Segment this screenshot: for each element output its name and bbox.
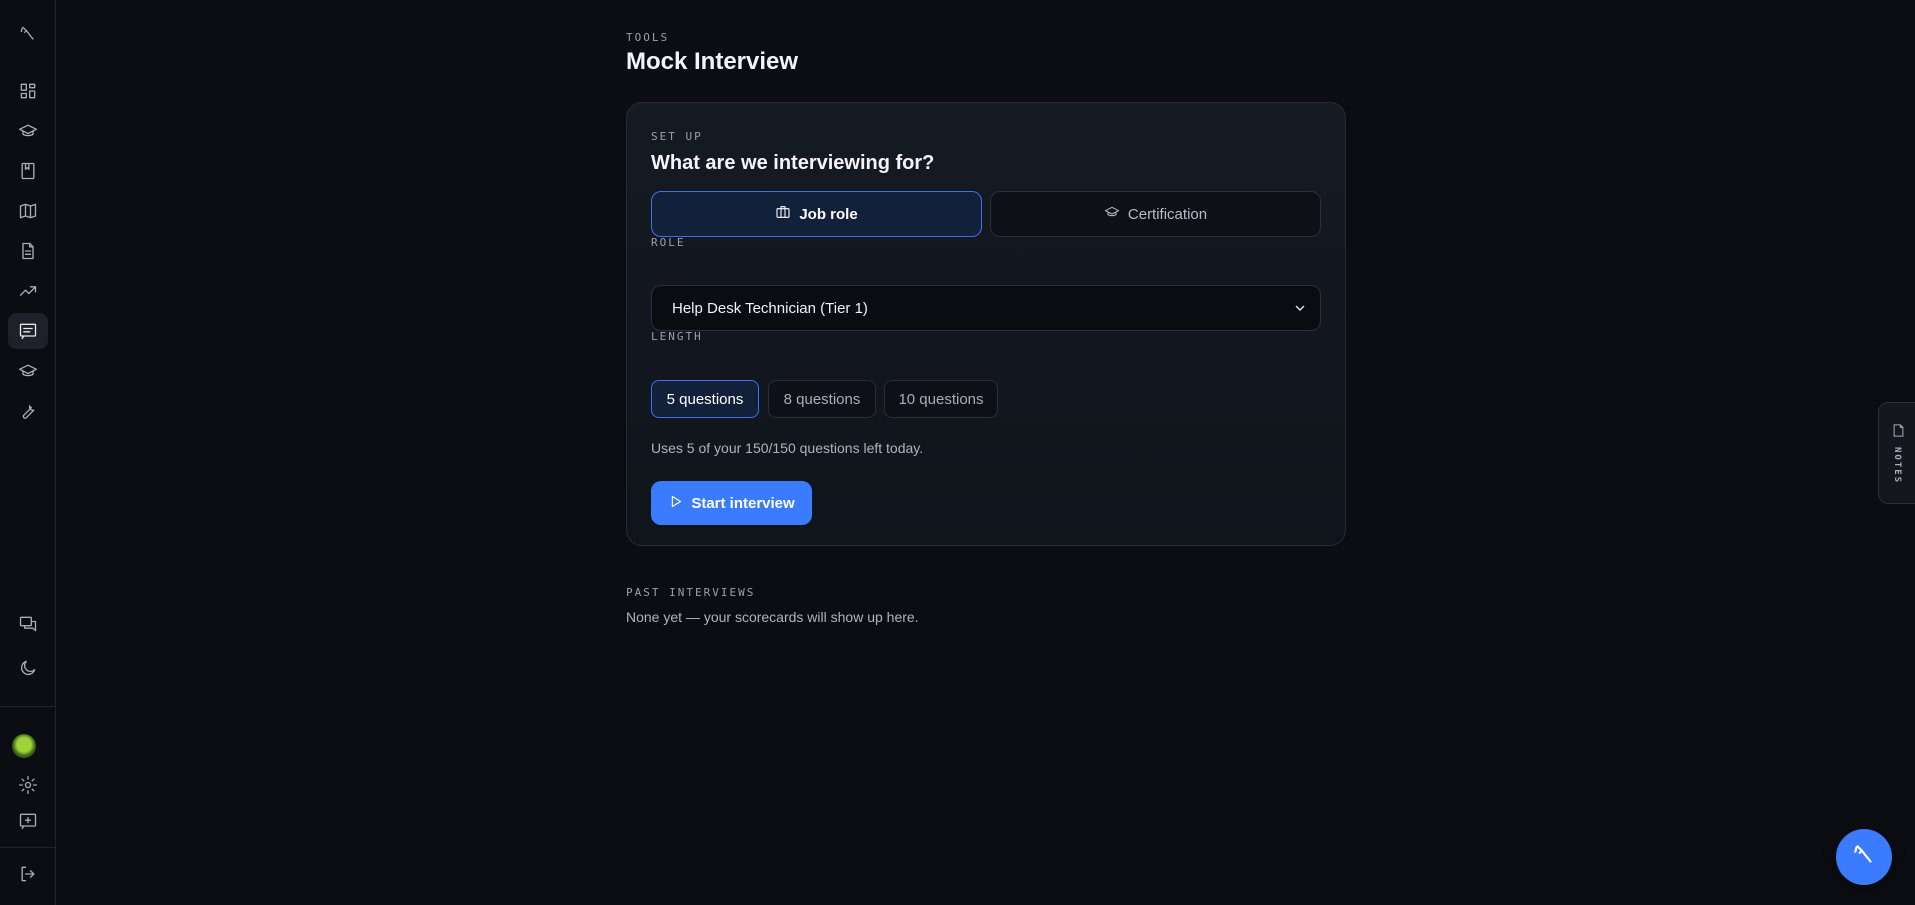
start-interview-button[interactable]: Start interview	[651, 481, 812, 525]
assistant-button[interactable]	[1836, 829, 1892, 885]
length-label: LENGTH	[651, 330, 703, 343]
page-title: Mock Interview	[626, 48, 799, 75]
app-logo-icon[interactable]	[8, 16, 48, 52]
start-interview-label: Start interview	[691, 494, 795, 512]
moon-icon[interactable]	[8, 650, 48, 686]
briefcase-icon	[775, 204, 791, 224]
past-interviews-empty: None yet — your scorecards will show up …	[626, 609, 919, 625]
trending-up-icon[interactable]	[8, 273, 48, 309]
role-label: ROLE	[651, 236, 686, 249]
messages-icon[interactable]	[8, 606, 48, 642]
document-icon[interactable]	[8, 233, 48, 269]
job-role-label: Job role	[799, 205, 858, 223]
avatar[interactable]	[12, 734, 36, 758]
map-icon[interactable]	[8, 193, 48, 229]
notes-tab[interactable]: NOTES	[1878, 402, 1915, 504]
book-icon[interactable]	[8, 153, 48, 189]
usage-text: Uses 5 of your 150/150 questions left to…	[651, 440, 924, 456]
length-5-button[interactable]: 5 questions	[651, 380, 759, 418]
logout-icon[interactable]	[8, 856, 48, 892]
certification-label: Certification	[1127, 205, 1208, 223]
setup-eyebrow: SET UP	[651, 130, 703, 143]
app-logo-icon	[1851, 842, 1877, 873]
play-icon	[668, 494, 683, 513]
dashboard-icon[interactable]	[8, 73, 48, 109]
sidebar	[0, 0, 56, 905]
length-10-button[interactable]: 10 questions	[884, 380, 998, 418]
wrench-icon[interactable]	[8, 393, 48, 429]
feedback-icon[interactable]	[8, 803, 48, 839]
setup-title: What are we interviewing for?	[651, 152, 935, 174]
page-eyebrow: TOOLS	[626, 31, 670, 44]
chat-list-icon[interactable]	[8, 313, 48, 349]
setup-card: SET UP What are we interviewing for? Job…	[626, 102, 1346, 546]
past-interviews-heading: PAST INTERVIEWS	[626, 586, 756, 599]
role-select-value: Help Desk Technician (Tier 1)	[672, 299, 868, 317]
certification-button[interactable]: Certification	[990, 191, 1321, 237]
job-role-button[interactable]: Job role	[651, 191, 982, 237]
note-icon	[1891, 423, 1906, 438]
gear-icon[interactable]	[8, 767, 48, 803]
notes-tab-label: NOTES	[1892, 447, 1902, 485]
graduation-cap-icon	[1104, 204, 1120, 224]
sidebar-divider	[0, 706, 55, 707]
chevron-down-icon	[1292, 300, 1308, 316]
sidebar-divider	[0, 847, 55, 848]
role-select[interactable]: Help Desk Technician (Tier 1)	[651, 285, 1321, 331]
graduation-cap-icon[interactable]	[8, 353, 48, 389]
graduation-cap-icon[interactable]	[8, 113, 48, 149]
length-8-button[interactable]: 8 questions	[768, 380, 876, 418]
